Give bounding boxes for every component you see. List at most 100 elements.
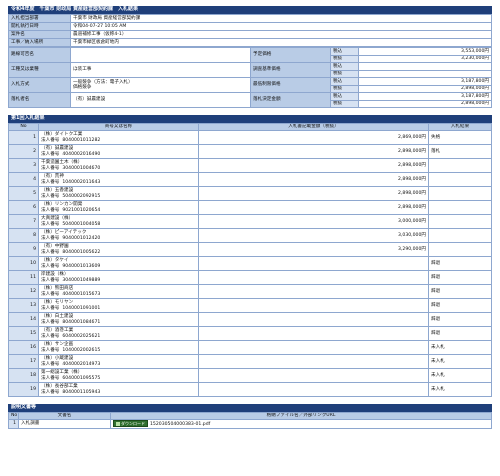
- info-label: 開札執行日時: [8, 22, 71, 31]
- bid-company: （株）ダイトク工業 法人番号 8040001011282: [38, 130, 199, 145]
- docs-title: 説明文書等: [8, 404, 492, 412]
- bid-no: 8: [8, 228, 39, 243]
- docs-table: No 文書名 格納ファイル名／外部リンクURL 1 入札調書 ダウンロード 152…: [8, 412, 492, 429]
- bid-row: 18 第一総設工業（株） 法人番号 6040001095575 未入札: [8, 368, 492, 383]
- bid-corp-number: 法人番号 4040002014973: [41, 362, 196, 368]
- bid-amount: 3,030,000円: [198, 228, 429, 243]
- survey-tax-out: [358, 69, 492, 78]
- bid-result: [428, 228, 492, 243]
- estimate-label: 予定価格: [250, 47, 331, 63]
- bid-row: 4 （有）荒神 法人番号 1040002011643 2,898,000円: [8, 172, 492, 187]
- bid-result: 辞退: [428, 312, 492, 327]
- corp-number: 4040002016490: [62, 151, 101, 157]
- bid-amount: 2,898,000円: [198, 200, 429, 215]
- corp-prefix: 法人番号: [41, 333, 60, 339]
- bid-amount: [198, 312, 429, 327]
- corp-number: 6040001095575: [62, 375, 101, 381]
- award-label: 落札決定金額: [250, 92, 331, 108]
- bid-amount: 2,869,000円: [198, 130, 429, 145]
- bid-corp-number: 法人番号 8040001011282: [41, 138, 196, 144]
- bid-company: （有）荒神 法人番号 1040002011643: [38, 172, 199, 187]
- bid-company: （株）タケイ 法人番号 9040001013609: [38, 256, 199, 271]
- bid-amount: [198, 326, 429, 341]
- min-price-tax-in: 3,187,800円: [358, 77, 492, 86]
- bid-no: 6: [8, 200, 39, 215]
- corp-number: 9021001020654: [62, 207, 101, 213]
- bid-results-title: 第1回入札結果: [8, 115, 492, 123]
- bid-corp-number: 法人番号 1040001091001: [41, 306, 196, 312]
- corp-number: 1040002002615: [62, 347, 101, 353]
- bid-no: 10: [8, 256, 39, 271]
- bid-no: 5: [8, 186, 39, 201]
- corp-prefix: 法人番号: [41, 221, 60, 227]
- method-value: 一般競争（方法：電子入札） 価格競争: [70, 77, 251, 93]
- tax-out-label: 税抜: [330, 69, 359, 78]
- tax-in-label: 税込: [330, 47, 359, 56]
- bid-result: [428, 186, 492, 201]
- corp-number: 3040001049889: [62, 277, 101, 283]
- doc-file-link[interactable]: 152030504000383-01.pdf: [150, 422, 210, 427]
- bid-corp-number: 法人番号 5040002092915: [41, 194, 196, 200]
- bid-result: 失格: [428, 130, 492, 145]
- min-price-label: 最低制限価格: [250, 77, 331, 93]
- bid-company: （株）小蔵建設 法人番号 4040002014973: [38, 354, 199, 369]
- winner-label: 落札者名: [8, 92, 71, 108]
- bid-result: 未入札: [428, 354, 492, 369]
- bid-corp-number: 法人番号 8040001084671: [41, 320, 196, 326]
- bid-row: 1 （株）ダイトク工業 法人番号 8040001011282 2,869,000円 失格: [8, 130, 492, 145]
- bid-amount: 3,000,000円: [198, 214, 429, 229]
- bid-no: 7: [8, 214, 39, 229]
- bid-corp-number: 法人番号 6040002025621: [41, 334, 196, 340]
- bid-result: [428, 200, 492, 215]
- route-value: [70, 47, 251, 63]
- winner-value: （有）誠農建設: [70, 92, 251, 108]
- bid-row: 11 岸建設（株） 法人番号 3040001049889 辞退: [8, 270, 492, 285]
- corp-number: 9040001013609: [62, 263, 101, 269]
- bid-amount: [198, 256, 429, 271]
- bid-result: 辞退: [428, 326, 492, 341]
- bid-company: 大真建設（株） 法人番号 5040001004058: [38, 214, 199, 229]
- info-table: 入札担当部署 千葉市 財政局 資産経営部契約課 開札執行日時 令和04-07-2…: [8, 14, 492, 47]
- bid-amount: 2,898,000円: [198, 158, 429, 173]
- bid-result: 辞退: [428, 256, 492, 271]
- bid-corp-number: 法人番号 1040002002615: [41, 348, 196, 354]
- info-value: 令和04-07-27 10:05 AM: [70, 22, 492, 31]
- corp-prefix: 法人番号: [41, 319, 60, 325]
- tax-out-label: 税抜: [330, 54, 359, 63]
- corp-prefix: 法人番号: [41, 193, 60, 199]
- bid-no: 9: [8, 242, 39, 257]
- info-row: 入札担当部署 千葉市 財政局 資産経営部契約課: [8, 14, 492, 23]
- bid-amount: [198, 270, 429, 285]
- corp-prefix: 法人番号: [41, 277, 60, 283]
- corp-number: 9040001012420: [62, 235, 101, 241]
- doc-file-cell: ダウンロード 152030504000383-01.pdf: [110, 419, 492, 429]
- bid-result: 落札: [428, 144, 492, 159]
- route-label: 路線可否名: [8, 47, 71, 63]
- bid-corp-number: 法人番号 9021001020654: [41, 208, 196, 214]
- bid-no: 2: [8, 144, 39, 159]
- type-value: ほ装工事: [70, 62, 251, 78]
- bid-row: 16 （株）サン企画 法人番号 1040002002615 未入札: [8, 340, 492, 355]
- corp-number: 5040001004058: [62, 221, 101, 227]
- bid-company: （有）中野園 法人番号 8040001005622: [38, 242, 199, 257]
- download-button[interactable]: ダウンロード: [113, 420, 148, 428]
- bid-corp-number: 法人番号 5040001004058: [41, 222, 196, 228]
- bid-no: 13: [8, 298, 39, 313]
- bid-corp-number: 法人番号 4040001015673: [41, 292, 196, 298]
- bid-result: 未入札: [428, 368, 492, 383]
- docs-col-file: 格納ファイル名／外部リンクURL: [110, 412, 492, 420]
- type-label: 工種又は業種: [8, 62, 71, 78]
- bid-no: 11: [8, 270, 39, 285]
- tax-out-label: 税抜: [330, 99, 359, 108]
- bid-corp-number: 法人番号 6040001095575: [41, 376, 196, 382]
- page-title: 令和4年度 千葉市 財政局 資産経営部契約課 入札結果: [8, 6, 492, 14]
- bid-company: （株）熊田商店 法人番号 4040001015673: [38, 284, 199, 299]
- bid-row: 15 （有）酒巻工業 法人番号 6040002025621 辞退: [8, 326, 492, 341]
- bid-no: 15: [8, 326, 39, 341]
- bid-row: 2 （有）誠農建設 法人番号 4040002016490 2,898,000円 落札: [8, 144, 492, 159]
- bid-row: 3 千葉造園土木（株） 法人番号 3040001004670 2,898,000円: [8, 158, 492, 173]
- bid-row: 12 （株）熊田商店 法人番号 4040001015673 辞退: [8, 284, 492, 299]
- survey-tax-in: [358, 62, 492, 71]
- bid-result: 辞退: [428, 298, 492, 313]
- bid-company: （有）酒巻工業 法人番号 6040002025621: [38, 326, 199, 341]
